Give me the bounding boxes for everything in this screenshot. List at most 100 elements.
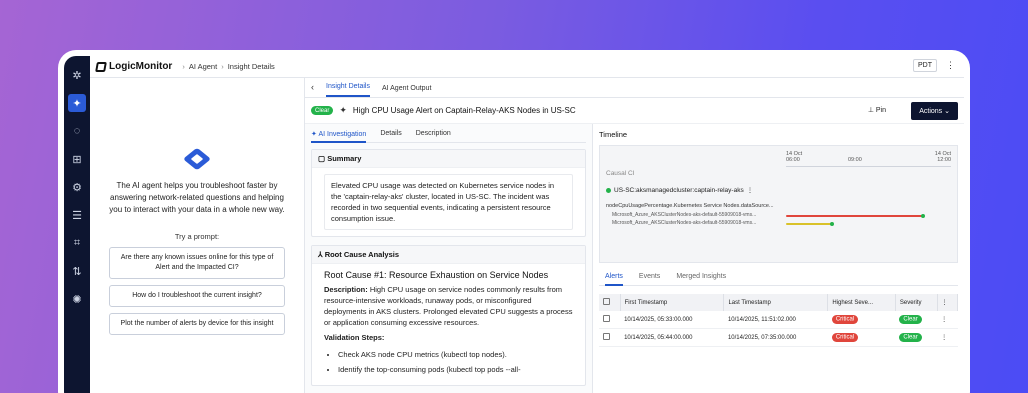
dashboard-icon[interactable]: ⊞	[68, 150, 86, 168]
causal-ci-host[interactable]: US-SC:aksmanagedcluster:captain-relay-ak…	[606, 186, 753, 194]
timezone-selector[interactable]: PDT	[913, 59, 937, 72]
table-row[interactable]: 10/14/2025, 05:33:00.000 10/14/2025, 11:…	[599, 311, 958, 329]
back-arrow-icon[interactable]: ‹	[311, 82, 314, 97]
actions-label: Actions	[919, 108, 943, 115]
more-options-icon[interactable]: ⋮	[943, 60, 958, 71]
tab-ai-investigation-label: AI Investigation	[318, 131, 367, 138]
col-last-timestamp[interactable]: Last Timestamp	[723, 294, 829, 311]
cell-first-timestamp: 10/14/2025, 05:33:00.000	[620, 311, 724, 329]
status-dot-icon	[606, 187, 611, 193]
description-label: Description:	[324, 285, 368, 294]
app-window-frame: ✲ ✦ ◌ ⊞ ⚙ ☰ ⌗ ⇅ ✺ LogicMonitor › AI Agen…	[58, 50, 970, 393]
root-cause-card: ⅄ Root Cause Analysis Root Cause #1: Res…	[311, 245, 586, 386]
cell-highest-severity: Critical	[827, 311, 896, 329]
investigation-tabs: ✦ AI Investigation Details Description	[311, 130, 586, 143]
instance-bar-warning[interactable]	[786, 223, 831, 225]
more-options-icon[interactable]: ⋮	[747, 186, 754, 194]
logo[interactable]: LogicMonitor	[95, 61, 172, 72]
col-severity[interactable]: Severity	[895, 294, 938, 311]
instance-bar-critical[interactable]	[786, 215, 922, 217]
main-area: LogicMonitor › AI Agent › Insight Detail…	[90, 56, 964, 393]
table-row[interactable]: 10/14/2025, 05:44:00.000 10/14/2025, 07:…	[599, 328, 958, 347]
table-header-row: First Timestamp Last Timestamp Highest S…	[599, 294, 959, 311]
breadcrumb-insight-details: Insight Details	[227, 62, 275, 71]
content: The AI agent helps you troubleshoot fast…	[90, 78, 964, 393]
sort-icon[interactable]: ⇅	[68, 262, 86, 280]
timeline-chart[interactable]: 14 Oct 06:00 09:00 14 Oct 12:00 Causal CI …	[599, 145, 958, 263]
row-checkbox[interactable]	[599, 328, 621, 347]
insight-tabs: ‹ Insight Details AI Agent Output	[305, 78, 964, 98]
col-first-timestamp[interactable]: First Timestamp	[620, 294, 725, 311]
severity-badge: Critical	[831, 315, 859, 324]
cell-last-timestamp: 10/14/2025, 07:35:00.000	[723, 328, 828, 347]
summary-header[interactable]: ▢ Summary	[312, 150, 585, 168]
breadcrumb-ai-agent[interactable]: AI Agent	[189, 62, 217, 71]
datasource-label: nodeCpuUsagePercentage.Kubernetes Servic…	[606, 203, 774, 209]
pin-button[interactable]: ⊥ Pin	[868, 106, 886, 114]
investigation-column: ✦ AI Investigation Details Description ▢…	[305, 124, 593, 393]
tab-alerts[interactable]: Alerts	[605, 273, 623, 286]
logo-icon[interactable]: ✲	[68, 66, 86, 84]
row-checkbox[interactable]	[599, 311, 621, 329]
tab-events[interactable]: Events	[639, 273, 660, 280]
host-name: US-SC:aksmanagedcluster:captain-relay-ak…	[614, 186, 744, 194]
timeline-column: Timeline 14 Oct 06:00 09:00 14 Oct 12:00 C…	[593, 124, 964, 393]
chevron-down-icon: ⌄	[944, 108, 950, 115]
col-highest-severity[interactable]: Highest Seve...	[827, 294, 896, 311]
chevron-right-icon: ›	[182, 62, 185, 71]
person-icon: ⅄	[318, 250, 323, 259]
severity-badge: Clear	[899, 315, 922, 324]
cell-severity: Clear	[895, 311, 938, 329]
list-item: Check AKS node CPU metrics (kubectl top …	[338, 349, 573, 360]
insight-body: ✦ AI Investigation Details Description ▢…	[305, 124, 964, 393]
tab-ai-investigation[interactable]: ✦ AI Investigation	[311, 130, 367, 143]
summary-body: Elevated CPU usage was detected on Kuber…	[312, 168, 585, 236]
axis-tick: 14 Oct 06:00	[786, 151, 802, 163]
top-bar: LogicMonitor › AI Agent › Insight Detail…	[90, 56, 964, 78]
cog-icon[interactable]: ✺	[68, 290, 86, 308]
tab-ai-agent-output[interactable]: AI Agent Output	[382, 85, 431, 97]
ai-assistant-panel: The AI agent helps you troubleshoot fast…	[90, 78, 305, 393]
status-badge: Clear	[311, 106, 334, 115]
summary-card: ▢ Summary Elevated CPU usage was detecte…	[311, 149, 586, 237]
prompt-suggestion-troubleshoot[interactable]: How do I troubleshoot the current insigh…	[109, 285, 285, 307]
column-options-icon[interactable]: ⋮	[937, 294, 959, 311]
settings-gear-icon[interactable]: ⚙	[68, 178, 86, 196]
chevron-right-icon: ›	[221, 62, 224, 71]
try-prompt-label: Try a prompt:	[174, 232, 220, 241]
tab-insight-details[interactable]: Insight Details	[326, 83, 370, 97]
row-options-icon[interactable]: ⋮	[937, 311, 958, 329]
cell-severity: Clear	[895, 328, 938, 347]
pin-label: Pin	[875, 107, 886, 114]
summary-heading: Summary	[327, 154, 362, 163]
root-cause-description: Description: High CPU usage on service n…	[324, 284, 573, 328]
breadcrumb: › AI Agent › Insight Details	[182, 62, 274, 71]
prompt-suggestion-plot-alerts[interactable]: Plot the number of alerts by device for …	[109, 313, 285, 335]
tab-details[interactable]: Details	[380, 130, 401, 138]
summary-text: Elevated CPU usage was detected on Kuber…	[324, 174, 573, 230]
axis-tick: 14 Oct 12:00	[935, 151, 951, 163]
list-item: Identify the top-consuming pods (kubectl…	[338, 364, 573, 375]
select-all-checkbox[interactable]	[599, 294, 621, 311]
insight-title: High CPU Usage Alert on Captain-Relay-AK…	[352, 106, 576, 115]
actions-button[interactable]: Actions ⌄	[911, 102, 958, 120]
prompt-suggestion-known-issues[interactable]: Are there any known issues online for th…	[109, 247, 285, 279]
topology-icon[interactable]: ⌗	[68, 234, 86, 252]
list-icon[interactable]: ☰	[68, 206, 86, 224]
tab-merged-insights[interactable]: Merged Insights	[676, 273, 726, 280]
root-cause-header[interactable]: ⅄ Root Cause Analysis	[312, 246, 585, 264]
document-icon: ▢	[318, 154, 326, 163]
tab-description[interactable]: Description	[416, 130, 451, 138]
axis-tick: 09:00	[848, 157, 862, 163]
row-options-icon[interactable]: ⋮	[937, 328, 958, 347]
cell-first-timestamp: 10/14/2025, 05:44:00.000	[620, 328, 724, 347]
root-cause-heading: Root Cause Analysis	[324, 250, 400, 259]
left-nav-rail: ✲ ✦ ◌ ⊞ ⚙ ☰ ⌗ ⇅ ✺	[64, 56, 90, 393]
instance-bar-end-marker	[920, 214, 925, 218]
ai-sparkle-icon[interactable]: ✦	[68, 94, 86, 112]
pin-icon: ⊥	[867, 107, 874, 114]
lightbulb-icon[interactable]: ◌	[68, 122, 86, 140]
axis-tick-time: 06:00	[786, 157, 800, 163]
ai-agent-logo-icon	[182, 147, 212, 171]
instance-label: Microsoft_Azure_AKSClusterNodes-aks-defa…	[612, 212, 757, 218]
